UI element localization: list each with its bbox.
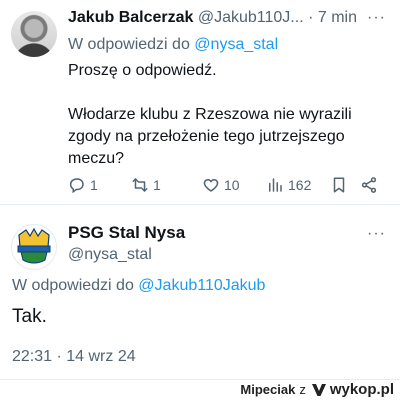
more-options-icon[interactable]: ···	[367, 225, 386, 243]
reply-count: 1	[90, 177, 98, 193]
tweet-timestamp[interactable]: 22:31 · 14 wrz 24	[12, 348, 136, 366]
divider	[0, 379, 400, 380]
club-crest-icon	[17, 227, 51, 264]
tweet-text-paragraph: Proszę o odpowiedź.	[68, 62, 217, 79]
reply-to-link[interactable]: @nysa_stal	[194, 36, 278, 53]
credit-via: z	[299, 382, 306, 397]
author-name[interactable]: Jakub Balcerzak	[68, 9, 193, 26]
author-handle[interactable]: @nysa_stal	[68, 246, 152, 264]
heart-icon	[203, 178, 219, 192]
share-icon	[361, 177, 377, 193]
wykop-logo-icon	[311, 383, 326, 396]
reply-to-link[interactable]: @Jakub110Jakub	[138, 277, 265, 294]
author-handle[interactable]: @Jakub110J...	[198, 9, 304, 26]
retweet-count: 1	[153, 177, 161, 193]
like-button[interactable]: 10	[202, 176, 240, 194]
views-button[interactable]: 162	[266, 176, 311, 194]
tweet-text: Proszę o odpowiedź. Włodarze klubu z Rze…	[68, 60, 388, 170]
reply-icon	[69, 178, 84, 194]
like-count: 10	[224, 177, 240, 193]
reply-button[interactable]: 1	[68, 176, 98, 194]
avatar[interactable]	[11, 11, 57, 57]
share-button[interactable]	[360, 176, 378, 194]
tweet-text-paragraph: Włodarze klubu z Rzeszowa nie wyrazili z…	[68, 106, 352, 167]
reply-context: W odpowiedzi do @nysa_stal	[68, 36, 278, 54]
retweet-button[interactable]: 1	[131, 176, 161, 194]
author-name[interactable]: PSG Stal Nysa	[68, 223, 185, 243]
action-bar: 1 1 10 162	[68, 176, 388, 198]
site-logo: wykop.pl	[310, 381, 394, 398]
views-count: 162	[288, 177, 312, 193]
reply-prefix: W odpowiedzi do	[12, 277, 134, 294]
credit: Mipeciak z wykop.pl	[240, 381, 394, 398]
avatar[interactable]	[11, 224, 57, 270]
site-name: wykop.pl	[329, 381, 394, 398]
tweet-main-psg[interactable]: PSG Stal Nysa @nysa_stal ··· W odpowiedz…	[0, 205, 400, 377]
tweet-text: Tak.	[12, 306, 47, 327]
watermark-bar: Mipeciak z wykop.pl	[0, 379, 400, 401]
bookmark-icon	[333, 177, 345, 193]
credit-user: Mipeciak	[240, 382, 296, 397]
reply-context: W odpowiedzi do @Jakub110Jakub	[12, 277, 265, 295]
tweet-reply-jakub[interactable]: Jakub Balcerzak @Jakub110J... · 7 min ··…	[0, 0, 400, 198]
analytics-icon	[269, 178, 282, 192]
reply-prefix: W odpowiedzi do	[68, 36, 190, 53]
separator-dot: ·	[308, 9, 314, 26]
bookmark-button[interactable]	[330, 176, 348, 194]
tweet-header: Jakub Balcerzak @Jakub110J... · 7 min	[68, 9, 368, 31]
timestamp[interactable]: 7 min	[318, 9, 357, 26]
retweet-icon	[132, 178, 148, 192]
more-options-icon[interactable]: ···	[367, 9, 386, 27]
